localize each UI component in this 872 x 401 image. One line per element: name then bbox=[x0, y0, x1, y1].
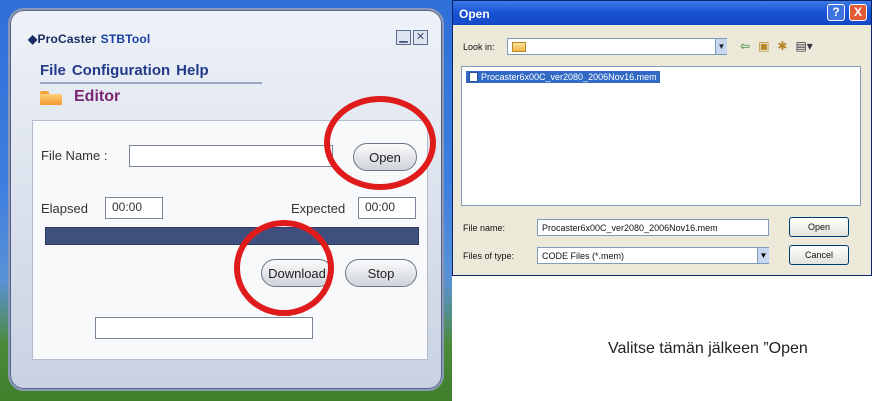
look-in-select[interactable] bbox=[507, 38, 727, 55]
stop-button[interactable]: Stop bbox=[345, 259, 417, 287]
app-tool-name: STBTool bbox=[100, 32, 151, 46]
list-item[interactable]: Procaster6x00C_ver2080_2006Nov16.mem bbox=[466, 71, 660, 83]
instruction-caption: Valitse tämän jälkeen ”Open bbox=[608, 340, 808, 357]
highlight-ring-download bbox=[234, 220, 334, 316]
elapsed-value: 00:00 bbox=[105, 197, 163, 219]
menu-divider bbox=[40, 82, 262, 84]
new-folder-icon[interactable]: ✱ bbox=[777, 39, 787, 53]
procaster-window: ◆ProCaster STBTool ▁ ✕ File Configuration… bbox=[8, 8, 444, 391]
app-brand: ProCaster bbox=[37, 32, 97, 46]
chevron-down-icon[interactable]: ▼ bbox=[715, 39, 727, 54]
file-name-input[interactable]: Procaster6x00C_ver2080_2006Nov16.mem bbox=[537, 219, 769, 236]
menu-help[interactable]: Help bbox=[176, 62, 209, 79]
look-in-label: Look in: bbox=[463, 42, 495, 52]
folder-icon bbox=[512, 42, 526, 52]
expected-value: 00:00 bbox=[358, 197, 416, 219]
window-controls: ▁ ✕ bbox=[396, 30, 428, 45]
chevron-down-icon[interactable]: ▼ bbox=[757, 248, 769, 263]
expected-label: Expected bbox=[291, 201, 346, 216]
menu-file[interactable]: File bbox=[40, 62, 66, 79]
dialog-title: Open bbox=[459, 7, 490, 21]
file-list[interactable]: Procaster6x00C_ver2080_2006Nov16.mem bbox=[461, 66, 861, 206]
menu-bar: File Configuration Help bbox=[40, 62, 209, 79]
editor-section[interactable]: Editor bbox=[40, 88, 120, 106]
cancel-button[interactable]: Cancel bbox=[789, 245, 849, 265]
dialog-title-bar: Open ? X bbox=[453, 1, 871, 25]
up-folder-icon[interactable]: ▣ bbox=[758, 39, 769, 53]
file-name-label: File name: bbox=[463, 223, 506, 233]
minimize-icon[interactable]: ▁ bbox=[396, 30, 411, 45]
close-icon[interactable]: ✕ bbox=[413, 30, 428, 45]
folder-icon bbox=[40, 89, 62, 105]
files-of-type-select[interactable]: CODE Files (*.mem) bbox=[537, 247, 769, 264]
menu-configuration[interactable]: Configuration bbox=[72, 62, 170, 79]
file-item-name: Procaster6x00C_ver2080_2006Nov16.mem bbox=[481, 72, 657, 82]
dialog-toolbar: ⇦ ▣ ✱ ▤▾ bbox=[740, 39, 813, 53]
file-name-label: File Name : bbox=[41, 148, 108, 163]
files-of-type-label: Files of type: bbox=[463, 251, 515, 261]
screenshot: ◆ProCaster STBTool ▁ ✕ File Configuration… bbox=[0, 0, 872, 401]
elapsed-label: Elapsed bbox=[41, 201, 88, 216]
progress-bar bbox=[45, 227, 419, 245]
open-button[interactable]: Open bbox=[789, 217, 849, 237]
help-icon[interactable]: ? bbox=[827, 4, 845, 21]
file-icon bbox=[469, 72, 478, 82]
highlight-ring-open bbox=[324, 96, 436, 190]
close-icon[interactable]: X bbox=[849, 4, 867, 21]
back-arrow-icon[interactable]: ⇦ bbox=[740, 39, 750, 53]
app-title: ◆ProCaster STBTool bbox=[28, 32, 150, 46]
view-menu-icon[interactable]: ▤▾ bbox=[795, 39, 812, 53]
status-field bbox=[95, 317, 313, 339]
file-name-field[interactable] bbox=[129, 145, 333, 167]
editor-label: Editor bbox=[74, 88, 121, 105]
open-dialog: Open ? X Look in: ▼ ⇦ ▣ ✱ ▤▾ Procaster6x… bbox=[452, 0, 872, 276]
desktop-background: ◆ProCaster STBTool ▁ ✕ File Configuration… bbox=[0, 0, 452, 401]
